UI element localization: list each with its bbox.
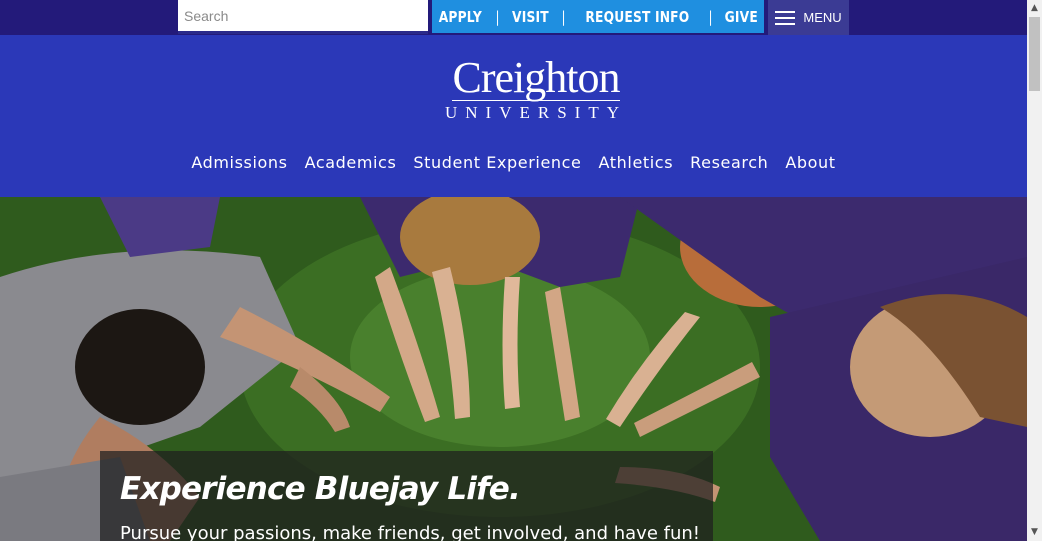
hero-subtitle: Pursue your passions, make friends, get …: [120, 523, 700, 541]
menu-label: MENU: [803, 10, 842, 25]
hero-title: Experience Bluejay Life.: [120, 471, 521, 507]
triangle-up-icon[interactable]: ▲: [1027, 0, 1042, 17]
main-nav: Admissions Academics Student Experience …: [0, 153, 1027, 172]
page-scrollbar[interactable]: ▲ ▼: [1027, 0, 1042, 541]
logo-name: Creighton: [452, 53, 621, 102]
apply-link[interactable]: APPLY: [439, 8, 482, 26]
quick-links-separator: |: [495, 7, 500, 26]
request-info-link[interactable]: REQUEST INFO: [585, 8, 689, 26]
scrollbar-thumb[interactable]: [1029, 17, 1040, 91]
menu-button[interactable]: MENU: [768, 0, 849, 35]
give-link[interactable]: GIVE: [725, 8, 758, 26]
search-underline: [178, 31, 428, 34]
search-input[interactable]: [178, 0, 428, 32]
visit-link[interactable]: VISIT: [512, 8, 549, 26]
nav-admissions[interactable]: Admissions: [191, 153, 287, 172]
creighton-logo[interactable]: Creighton UNIVERSITY: [0, 56, 1042, 123]
nav-athletics[interactable]: Athletics: [599, 153, 674, 172]
nav-academics[interactable]: Academics: [305, 153, 397, 172]
quick-links-separator: |: [708, 7, 713, 26]
nav-about[interactable]: About: [785, 153, 835, 172]
nav-research[interactable]: Research: [690, 153, 768, 172]
logo-sub: UNIVERSITY: [445, 103, 627, 122]
nav-student-experience[interactable]: Student Experience: [413, 153, 581, 172]
hero-banner: Experience Bluejay Life. Pursue your pas…: [0, 197, 1027, 541]
quick-links: APPLY | VISIT | REQUEST INFO | GIVE: [432, 0, 764, 33]
hamburger-icon: [775, 10, 796, 25]
triangle-down-icon[interactable]: ▼: [1027, 524, 1042, 541]
site-header: Creighton UNIVERSITY Admissions Academic…: [0, 35, 1027, 197]
quick-links-separator: |: [561, 7, 566, 26]
hero-caption: Experience Bluejay Life. Pursue your pas…: [100, 451, 713, 541]
